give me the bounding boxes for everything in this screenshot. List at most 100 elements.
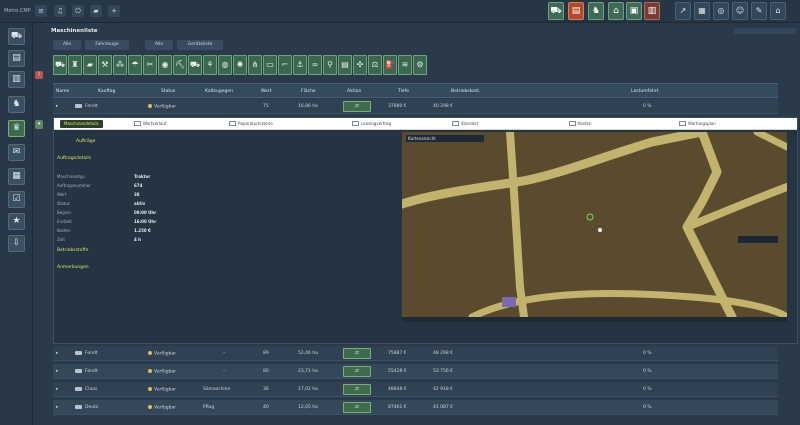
plus-icon[interactable]: + [108,5,120,17]
category-loader-icon[interactable]: ⛏ [173,55,187,75]
category-pallet-icon[interactable]: ▤ [338,55,352,75]
row-name: Deutz [85,405,99,410]
tractor-icon[interactable]: ⛟ [548,2,564,20]
category-tank-icon[interactable]: ⛽ [383,55,397,75]
detail-tab-costs[interactable]: Kosten [569,120,592,128]
col-operating-cost[interactable]: Betriebskost. [451,89,480,94]
category-weight-icon[interactable]: ⚖ [368,55,382,75]
category-tool-icon[interactable]: ⚙ [413,55,427,75]
target-icon[interactable]: ◎ [713,2,729,20]
animal-icon[interactable]: ♞ [588,2,604,20]
category-spreader-icon[interactable]: ✣ [353,55,367,75]
sidebar-item-contract[interactable]: ✉ [8,144,25,161]
col-depth[interactable]: Tiefe [398,89,409,94]
table-row[interactable]: ▸ Deutz Verfügbar Pflug 40 12,05 ha ⇄ 87… [53,400,778,415]
category-tractor-icon[interactable]: ⛟ [53,55,67,75]
category-tedder-icon[interactable]: ✺ [233,55,247,75]
expand-icon[interactable]: ▸ [56,104,58,109]
row-percent: 0 % [643,369,652,374]
silo-icon[interactable]: ▥ [644,2,660,20]
category-cultivator-icon[interactable]: ⚘ [203,55,217,75]
category-truck-icon[interactable]: ⛟ [188,55,202,75]
tab-all[interactable]: Alle [53,40,81,50]
table-row[interactable]: ▸ Claas Verfügbar Sämaschine 36 17,02 ha… [53,382,778,397]
category-plough-icon[interactable]: ⚒ [98,55,112,75]
warning-badge[interactable]: ! [35,71,43,79]
table-row[interactable]: ▸ Fendt Verfügbar 75 16,86 ha ⇄ 37880 € … [53,99,778,114]
table-row[interactable]: ▸ Fendt Verfügbar – 89 52,46 ha ⇄ 75887 … [53,346,778,361]
row-status: Verfügbar [148,387,176,393]
user-icon[interactable]: ☺ [732,2,748,20]
row-action-button[interactable]: ⇄ [343,348,371,359]
expand-icon[interactable]: ▸ [56,351,58,356]
map-header[interactable]: Kartenansicht [406,135,484,142]
col-lastumfahrt[interactable]: Lastumfahrt [631,89,658,94]
expand-icon[interactable]: ▸ [56,369,58,374]
power-icon[interactable]: ⏻ [72,5,84,17]
sidebar-item-cow[interactable]: ♞ [8,96,25,113]
col-status[interactable]: Status [161,89,175,94]
barn-icon[interactable]: ⌂ [608,2,624,20]
detail-tab-maintenance[interactable]: Wartungsplan [679,120,716,128]
category-sprayer-icon[interactable]: ☂ [128,55,142,75]
detail-tab-machine[interactable]: Maschinendetails [60,120,103,128]
detail-tab-value[interactable]: Wertverlauf [134,120,166,128]
sidebar-item-export[interactable]: ⇩ [8,235,25,252]
category-trailer-icon[interactable]: ▰ [83,55,97,75]
category-mower-icon[interactable]: ✂ [143,55,157,75]
expand-icon[interactable]: ▸ [56,387,58,392]
category-wagon-icon[interactable]: ▭ [263,55,277,75]
category-windrower-icon[interactable]: ≋ [398,55,412,75]
detail-tab-repair[interactable]: Reparaturhistorie [229,120,273,128]
col-value[interactable]: Wert [261,89,272,94]
col-name[interactable]: Name [56,89,69,94]
category-roller-icon[interactable]: ◍ [218,55,232,75]
vehicle-icon[interactable]: ▣ [626,2,642,20]
detail-tab-location[interactable]: Standort [452,120,478,128]
row-action-button[interactable]: ⇄ [343,366,371,377]
category-belt-icon[interactable]: ∞ [308,55,322,75]
sidebar-item-checklist[interactable]: ☑ [8,191,25,208]
chart-icon[interactable]: ↗ [675,2,691,20]
row-action-button[interactable]: ⇄ [343,101,371,112]
field-map[interactable]: Kartenansicht [402,132,787,317]
category-shovel-icon[interactable]: ⚲ [323,55,337,75]
sidebar-item-tractor[interactable]: ⛟ [8,28,25,45]
row-action-button[interactable]: ⇄ [343,384,371,395]
coin-icon [569,121,576,126]
sidebar-item-factory[interactable]: ▥ [8,71,25,88]
search-input[interactable] [734,28,796,34]
tab-all-2[interactable]: Alle [145,40,173,50]
note-icon[interactable]: ✎ [751,2,767,20]
menu-icon[interactable]: ≡ [35,5,47,17]
sidebar-item-building[interactable]: ▦ [8,168,25,185]
row-value-a: 55428 € [388,369,407,374]
col-action[interactable]: Aktion [347,89,361,94]
category-digger-icon[interactable]: ⚓ [293,55,307,75]
col-purchase-day[interactable]: Kauftag [98,89,115,94]
tab-vehicles[interactable]: Fahrzeuge [85,40,129,50]
tab-devices[interactable]: Geräteliste [177,40,223,50]
details-toggle-badge[interactable]: ▾ [35,120,43,129]
category-rake-icon[interactable]: ⋔ [248,55,262,75]
bell-icon[interactable]: ♫ [54,5,66,17]
category-seeder-icon[interactable]: ⁂ [113,55,127,75]
expand-icon[interactable]: ▸ [56,405,58,410]
document-icon[interactable]: ▤ [568,2,584,20]
car-icon[interactable]: ▰ [90,5,102,17]
detail-tab-leasing[interactable]: Leasingvertrag [352,120,391,128]
col-area[interactable]: Fläche [301,89,316,94]
sidebar-item-book[interactable]: ▤ [8,50,25,67]
map-icon[interactable]: ▦ [694,2,710,20]
vehicle-icon [75,351,82,355]
home-icon[interactable]: ⌂ [770,2,786,20]
col-attached[interactable]: Kaltzugegen [205,89,233,94]
table-row[interactable]: ▸ Fendt Verfügbar – 80 23,71 ha ⇄ 55428 … [53,364,778,379]
row-action-button[interactable]: ⇄ [343,402,371,413]
category-harvester-icon[interactable]: ♜ [68,55,82,75]
sidebar-item-star[interactable]: ★ [8,213,25,230]
sidebar-item-basket[interactable]: ♛ [8,120,25,137]
category-baler-icon[interactable]: ◉ [158,55,172,75]
category-forklift-icon[interactable]: ⌐ [278,55,292,75]
row-value-b: 41 087 € [433,405,454,410]
